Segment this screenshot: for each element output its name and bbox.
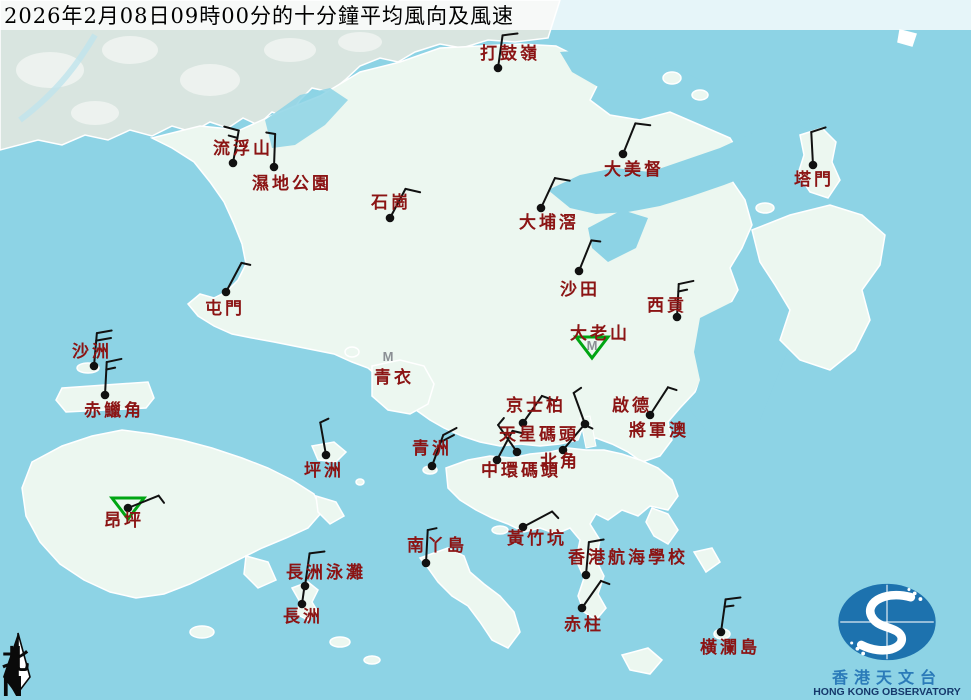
compass-north-cn: 北 [2,647,48,674]
hko-logo: 香港天文台 HONG KONG OBSERVATORY [809,580,965,699]
hko-logo-en: HONG KONG OBSERVATORY [809,686,965,699]
map-title: 2026年2月08日09時00分的十分鐘平均風向及風速 [0,0,514,30]
maintenance-m-icon: M [383,349,394,364]
hko-logo-cn: 香港天文台 [809,669,965,687]
maintenance-m-icon: M [587,338,598,353]
title-bar: 2026年2月08日09時00分的十分鐘平均風向及風速 [0,0,971,30]
compass-north-letter: N [2,674,48,700]
hko-logo-icon [832,580,942,664]
wind-map-page: MM 打鼓嶺流浮山濕地公園石崗大美督塔門大埔滘沙田西貢大老山屯門沙洲赤鱲角青衣京… [0,0,971,700]
station-tsing-yi: M [383,349,394,364]
compass: 北 N [2,647,48,700]
